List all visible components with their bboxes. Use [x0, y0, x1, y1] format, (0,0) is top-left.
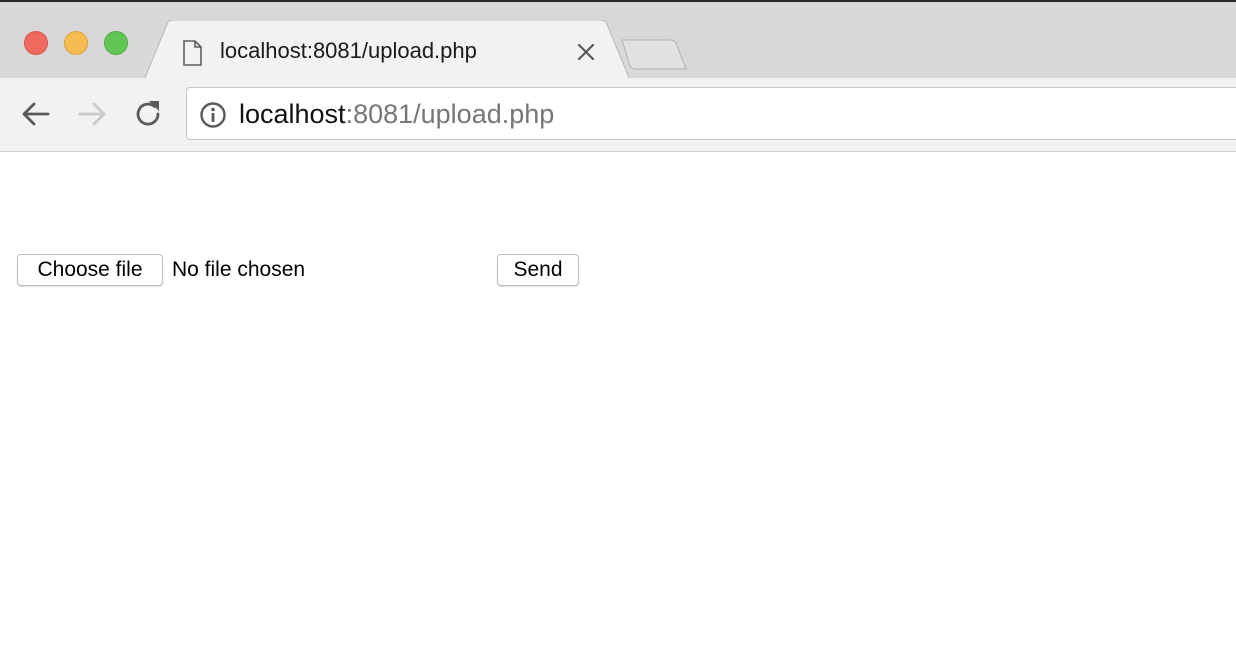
reload-icon[interactable]	[130, 96, 166, 132]
window-minimize-button[interactable]	[64, 31, 88, 55]
arrow-right-icon[interactable]	[74, 96, 110, 132]
page-content: Choose file No file chosen Send	[0, 152, 1236, 658]
close-icon[interactable]	[574, 40, 598, 64]
info-icon[interactable]	[199, 101, 227, 129]
url-path: :8081/upload.php	[345, 99, 555, 129]
browser-window: localhost:8081/upload.php localhost:8081…	[0, 0, 1236, 658]
tab-strip: localhost:8081/upload.php	[0, 0, 1236, 81]
new-tab-button[interactable]	[618, 38, 690, 72]
tab-title: localhost:8081/upload.php	[220, 38, 477, 63]
send-button[interactable]: Send	[497, 254, 579, 286]
page-icon	[183, 40, 202, 66]
choose-file-button[interactable]: Choose file	[17, 254, 163, 286]
address-bar[interactable]: localhost:8081/upload.php	[186, 87, 1236, 140]
active-tab[interactable]: localhost:8081/upload.php	[170, 20, 610, 80]
url-text[interactable]: localhost:8081/upload.php	[239, 99, 554, 130]
file-status-text: No file chosen	[172, 258, 306, 281]
window-close-button[interactable]	[24, 31, 48, 55]
arrow-left-icon[interactable]	[18, 96, 54, 132]
browser-toolbar: localhost:8081/upload.php	[0, 78, 1236, 152]
window-maximize-button[interactable]	[104, 31, 128, 55]
url-host: localhost	[239, 99, 346, 129]
